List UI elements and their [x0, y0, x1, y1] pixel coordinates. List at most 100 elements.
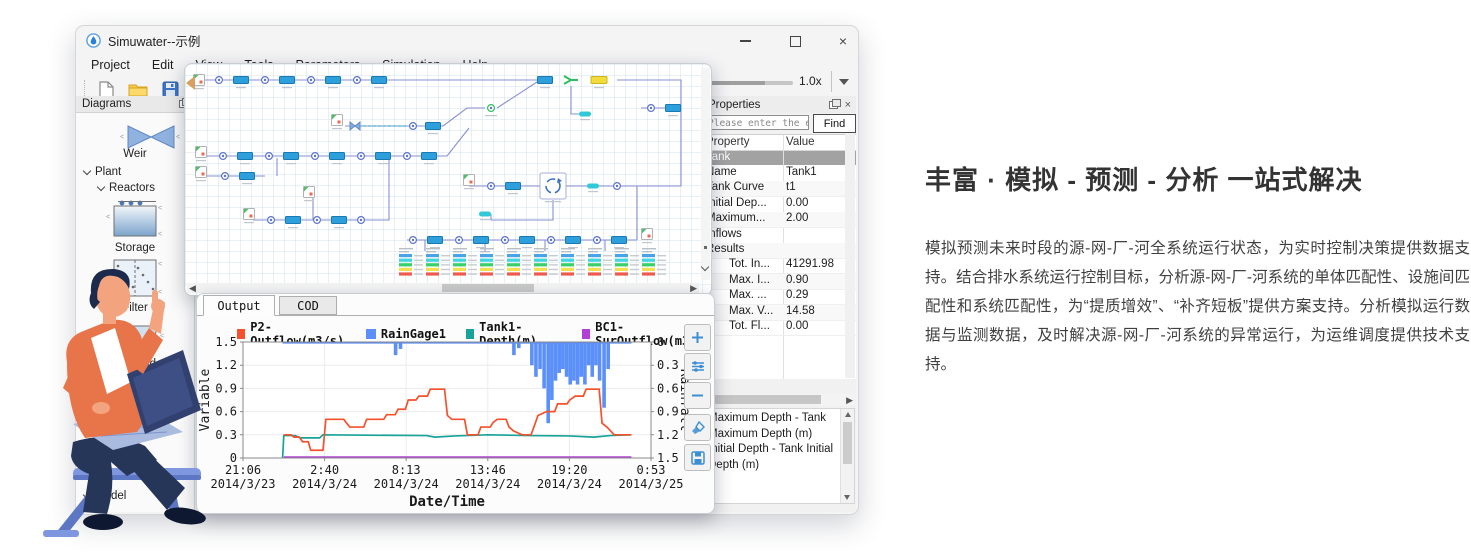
diagram-node[interactable]	[474, 237, 489, 244]
scroll-down-arrow-icon[interactable]	[701, 263, 709, 271]
diagram-node[interactable]	[262, 77, 269, 84]
property-value[interactable]: Tank1	[786, 166, 817, 178]
sidebar-group-plant[interactable]: Plant	[84, 166, 121, 178]
diagram-node[interactable]	[502, 237, 509, 244]
float-panel-icon[interactable]	[829, 101, 838, 109]
diagram-node[interactable]	[372, 77, 387, 84]
diagram-node[interactable]	[358, 153, 365, 160]
diagram-node[interactable]	[488, 105, 495, 112]
diagram-node[interactable]	[234, 77, 249, 84]
scroll-up-arrow-icon[interactable]	[845, 412, 851, 417]
diagram-node[interactable]	[376, 153, 391, 160]
scroll-down-arrow-icon[interactable]	[844, 495, 850, 500]
diagram-node[interactable]	[350, 122, 360, 130]
diagram-node[interactable]	[266, 153, 273, 160]
diagram-node[interactable]	[410, 237, 417, 244]
zoom-dropdown[interactable]	[831, 71, 856, 92]
diagram-node[interactable]	[566, 237, 581, 244]
close-button[interactable]: ×	[824, 30, 862, 52]
property-row-tot-in[interactable]: Tot. In...41291.98	[703, 258, 856, 274]
property-value[interactable]: 2.00	[786, 212, 808, 224]
collapse-arrow-icon[interactable]	[186, 76, 195, 90]
diagram-node[interactable]	[488, 183, 495, 190]
diagram-node[interactable]	[312, 153, 319, 160]
scroll-right-arrow-icon[interactable]: ▶	[846, 395, 853, 406]
diagram-node[interactable]	[464, 175, 475, 186]
diagram-node[interactable]	[326, 77, 341, 84]
diagram-node[interactable]	[456, 237, 463, 244]
minimize-button[interactable]	[726, 30, 764, 52]
property-section-tank[interactable]: Tank	[703, 151, 856, 165]
diagram-node[interactable]	[587, 184, 599, 189]
diagram-node[interactable]	[479, 212, 491, 217]
close-panel-icon[interactable]: ×	[845, 99, 851, 111]
diagram-node[interactable]	[238, 153, 253, 160]
diagram-node[interactable]	[194, 75, 205, 86]
diagram-node[interactable]	[540, 173, 566, 199]
diagram-node[interactable]	[612, 237, 627, 244]
property-value[interactable]: 14.58	[786, 305, 815, 317]
property-row-tot-fl[interactable]: Tot. Fl...0.00	[703, 320, 856, 336]
diagram-node[interactable]	[268, 217, 275, 224]
menu-item-edit[interactable]: Edit	[141, 56, 185, 74]
diagram-node[interactable]	[579, 112, 591, 117]
diagram-node[interactable]	[286, 217, 301, 224]
canvas-hscrollbar[interactable]: ◀ ▶	[187, 283, 699, 293]
diagram-node[interactable]	[216, 77, 223, 84]
diagram-node[interactable]	[404, 153, 411, 160]
settings-button[interactable]	[684, 353, 711, 380]
diagram-node[interactable]	[244, 209, 255, 220]
maximize-button[interactable]	[776, 30, 814, 52]
diagram-node[interactable]	[410, 123, 417, 130]
clear-button[interactable]	[684, 414, 711, 441]
property-value[interactable]: 0.00	[786, 320, 808, 332]
property-row-name[interactable]: NameTank1	[703, 166, 856, 182]
canvas-vscrollbar[interactable]	[701, 68, 710, 280]
property-value[interactable]: 0.29	[786, 289, 808, 301]
diagram-node[interactable]	[354, 77, 361, 84]
diagram-node[interactable]	[196, 167, 207, 178]
diagram-node[interactable]	[538, 77, 553, 84]
diagram-node[interactable]	[422, 153, 437, 160]
diagram-node[interactable]	[240, 173, 255, 180]
diagram-node[interactable]	[332, 115, 343, 126]
property-row-max-[interactable]: Max. ...0.29	[703, 289, 856, 305]
diagram-node[interactable]	[426, 123, 441, 130]
property-value[interactable]: 0.90	[786, 274, 808, 286]
zoom-slider[interactable]	[707, 81, 793, 85]
diagram-node[interactable]	[564, 76, 578, 84]
diagram-node[interactable]	[642, 229, 653, 240]
description-vscrollbar[interactable]	[840, 409, 854, 503]
menu-item-project[interactable]: Project	[80, 56, 141, 74]
zoom-out-button[interactable]	[684, 382, 711, 409]
property-row-tank-curve[interactable]: Tank Curvet1	[703, 181, 856, 197]
diagram-canvas-window[interactable]: ◀ ▶	[184, 63, 712, 296]
diagram-node[interactable]	[506, 183, 521, 190]
diagram-node[interactable]	[594, 237, 601, 244]
chart-tab-cod[interactable]: COD	[279, 296, 337, 315]
diagram-node[interactable]	[196, 147, 207, 158]
property-row-initial-dep[interactable]: Initial Dep...0.00	[703, 197, 856, 213]
property-row-maximum[interactable]: Maximum...2.00	[703, 212, 856, 228]
diagram-node[interactable]	[314, 217, 321, 224]
zoom-in-button[interactable]	[684, 324, 711, 351]
properties-scroll-strip[interactable]	[845, 134, 855, 378]
diagram-node[interactable]	[304, 187, 315, 198]
property-row-results[interactable]: Results	[703, 243, 856, 259]
property-value[interactable]: t1	[786, 181, 796, 193]
property-value[interactable]: 0.00	[786, 197, 808, 209]
diagram-node[interactable]	[358, 217, 365, 224]
diagram-node[interactable]	[614, 183, 621, 190]
diagram-node[interactable]	[330, 153, 345, 160]
diagram-node[interactable]	[332, 217, 347, 224]
property-row-max-i[interactable]: Max. I...0.90	[703, 274, 856, 290]
diagram-node[interactable]	[548, 237, 555, 244]
diagram-node[interactable]	[280, 77, 295, 84]
flow-network-diagram[interactable]	[185, 64, 709, 282]
save-chart-button[interactable]	[684, 444, 711, 471]
find-button[interactable]: Find	[813, 114, 856, 133]
property-row-inflows[interactable]: Inflows	[703, 228, 856, 244]
diagram-node[interactable]	[520, 237, 535, 244]
diagram-node[interactable]	[308, 77, 315, 84]
property-row-max-v[interactable]: Max. V...14.58	[703, 305, 856, 321]
